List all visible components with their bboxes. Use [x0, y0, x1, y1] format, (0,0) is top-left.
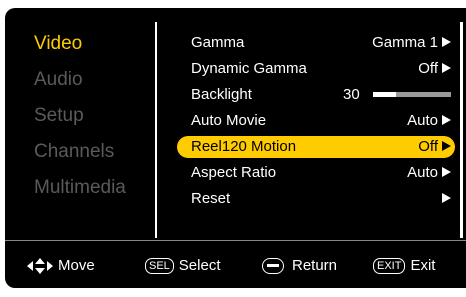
- setting-aspect-ratio[interactable]: Aspect Ratio Auto: [177, 162, 455, 188]
- setting-label: Dynamic Gamma: [191, 60, 307, 77]
- backlight-value: 30: [343, 86, 360, 103]
- setting-auto-movie[interactable]: Auto Movie Auto: [177, 110, 455, 136]
- osd-menu: Video Audio Setup Channels Multimedia Ga…: [5, 8, 466, 288]
- setting-label: Aspect Ratio: [191, 164, 277, 181]
- setting-label: Backlight: [191, 86, 252, 103]
- category-sidebar: Video Audio Setup Channels Multimedia: [34, 29, 126, 209]
- backlight-slider-fill: [373, 92, 397, 97]
- sidebar-item-multimedia[interactable]: Multimedia: [34, 173, 126, 209]
- right-arrow-icon: [442, 193, 451, 203]
- setting-value: Off: [418, 58, 451, 80]
- setting-reset[interactable]: Reset: [177, 188, 455, 214]
- setting-value: Auto: [407, 110, 451, 132]
- footer-return-label: Return: [292, 257, 338, 274]
- right-arrow-icon: [442, 37, 451, 47]
- footer-move: Move: [27, 257, 95, 274]
- footer-exit-label: Exit: [410, 257, 436, 274]
- right-arrow-icon: [442, 115, 451, 125]
- exit-key-icon: EXIT: [373, 257, 406, 274]
- sidebar-item-video[interactable]: Video: [34, 29, 126, 65]
- footer-select-label: Select: [178, 257, 221, 274]
- setting-reel120-motion[interactable]: Reel120 Motion Off: [177, 136, 455, 158]
- setting-gamma[interactable]: Gamma Gamma 1: [177, 32, 455, 58]
- footer-return: Return: [262, 257, 337, 274]
- footer-help-bar: Move SEL Select Return EXIT Exit: [5, 254, 466, 278]
- right-arrow-icon: [442, 63, 451, 73]
- settings-list: Gamma Gamma 1 Dynamic Gamma Off Backligh…: [177, 32, 455, 214]
- setting-dynamic-gamma[interactable]: Dynamic Gamma Off: [177, 58, 455, 84]
- sidebar-item-setup[interactable]: Setup: [34, 101, 126, 137]
- sidebar-item-channels[interactable]: Channels: [34, 137, 126, 173]
- right-arrow-icon: [442, 167, 451, 177]
- right-arrow-icon: [442, 141, 451, 151]
- setting-value: Off: [418, 136, 451, 158]
- sel-key-icon: SEL: [145, 257, 174, 274]
- setting-label: Reset: [191, 190, 231, 207]
- footer-exit: EXIT Exit: [373, 257, 435, 274]
- setting-value: Auto: [407, 162, 451, 184]
- setting-value: [438, 188, 451, 210]
- backlight-slider[interactable]: [373, 92, 451, 97]
- move-arrows-icon: [27, 257, 53, 274]
- setting-backlight[interactable]: Backlight 30: [177, 84, 455, 110]
- footer-select: SEL Select: [145, 257, 221, 274]
- return-key-icon: [262, 257, 284, 274]
- sidebar-item-audio[interactable]: Audio: [34, 65, 126, 101]
- footer-divider: [5, 240, 466, 241]
- right-edge-divider: [460, 22, 463, 238]
- setting-label: Reel120 Motion: [191, 138, 297, 155]
- setting-label: Gamma: [191, 34, 245, 51]
- sidebar-divider: [155, 22, 157, 238]
- setting-label: Auto Movie: [191, 112, 267, 129]
- setting-value: Gamma 1: [372, 32, 451, 54]
- footer-move-label: Move: [58, 257, 95, 274]
